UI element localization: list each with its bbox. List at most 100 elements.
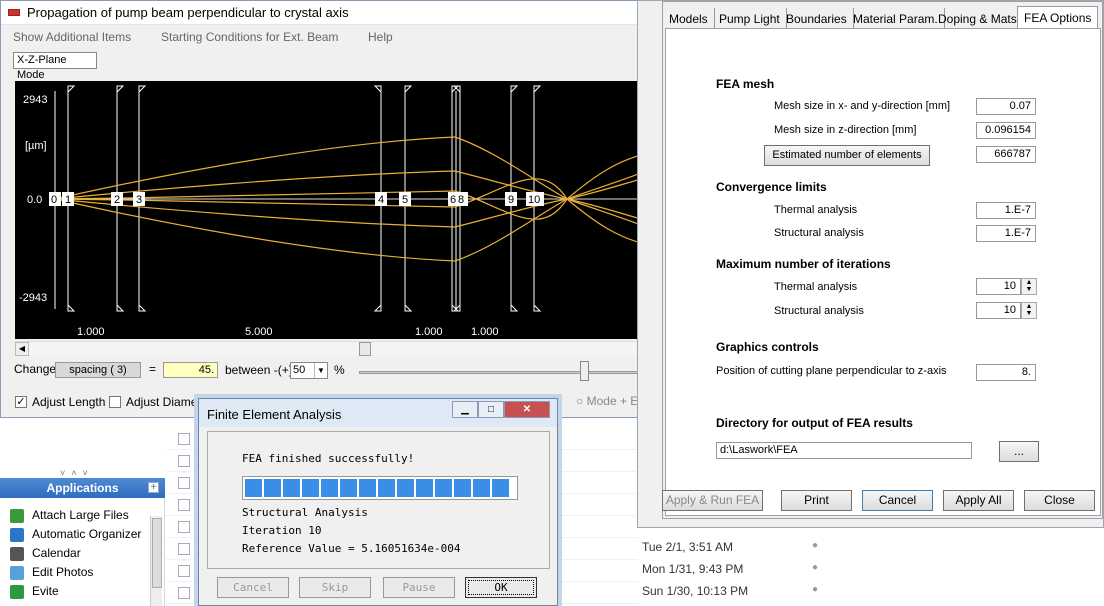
beam-plot[interactable]: 2943 [µm] 0.0 -2943 0 1 2 3 4 5 6 8 9 10… — [15, 81, 642, 339]
row-checkbox[interactable] — [178, 521, 190, 533]
close-icon[interactable]: ✕ — [504, 401, 550, 418]
mode-e-radio[interactable]: ○ Mode + E — [576, 394, 638, 408]
adjust-slider-track[interactable] — [359, 371, 641, 374]
row-checkbox[interactable] — [178, 455, 190, 467]
tab-models[interactable]: Models — [663, 8, 715, 30]
dialog-cancel-button[interactable]: Cancel — [217, 577, 289, 598]
spacing-value-input[interactable]: 45. — [163, 362, 218, 378]
conv-structural-input[interactable]: 1.E-7 — [976, 225, 1036, 242]
scroll-left-icon[interactable]: ◀ — [15, 342, 29, 356]
scroll-thumb[interactable] — [152, 518, 162, 588]
beam-plot-svg: 2943 [µm] 0.0 -2943 0 1 2 3 4 5 6 8 9 10… — [19, 85, 642, 338]
element-label: 6 — [450, 194, 456, 206]
progress-segment — [492, 479, 509, 497]
spacing-label: 1.000 — [415, 326, 443, 338]
close-button[interactable]: Close — [1024, 490, 1095, 511]
spacing-labels: 1.000 5.000 1.000 1.000 — [77, 326, 499, 338]
tab-doping-mats[interactable]: Doping & Mats. — [932, 8, 1028, 30]
progress-segment — [435, 479, 452, 497]
iteration-label: Iteration 10 — [242, 524, 322, 537]
tab-pump-light[interactable]: Pump Light — [713, 8, 787, 30]
dialog-ok-button[interactable]: OK — [465, 577, 537, 598]
propagation-window: Propagation of pump beam perpendicular t… — [0, 0, 642, 418]
app-item-evite[interactable]: Evite — [10, 582, 59, 601]
app-item-calendar[interactable]: Calendar — [10, 544, 81, 563]
minimize-icon[interactable]: ▁ — [452, 401, 478, 418]
iter-structural-input[interactable]: 10 — [976, 302, 1021, 319]
browse-button[interactable]: ... — [999, 441, 1039, 462]
percent-select[interactable]: 50 ▼ — [290, 362, 328, 379]
axis-top-label: 2943 — [23, 94, 47, 106]
iter-thermal-input[interactable]: 10 — [976, 278, 1021, 295]
progress-segment — [416, 479, 433, 497]
menu-bar: Show Additional Items Starting Condition… — [1, 27, 641, 47]
menu-show-additional[interactable]: Show Additional Items — [13, 30, 131, 44]
row-checkbox[interactable] — [178, 543, 190, 555]
app-label: Evite — [32, 584, 59, 598]
tab-bar: Models Pump Light Boundaries Material Pa… — [663, 4, 1104, 32]
chevron-down-icon[interactable]: ▼ — [314, 363, 327, 378]
tab-boundaries[interactable]: Boundaries — [780, 8, 854, 30]
collapse-chevrons[interactable]: ˅˄˅ — [60, 468, 94, 478]
apps-scrollbar[interactable] — [150, 516, 162, 606]
dialog-titlebar[interactable]: Finite Element Analysis ▁ □ ✕ — [199, 399, 557, 427]
applications-panel: Applications + Attach Large Files Automa… — [0, 478, 165, 606]
dialog-title: Finite Element Analysis — [207, 407, 342, 422]
graphics-heading: Graphics controls — [716, 340, 819, 354]
change-label: Change — [14, 362, 57, 376]
applications-header[interactable]: Applications — [0, 478, 165, 498]
menu-starting-conditions[interactable]: Starting Conditions for Ext. Beam — [161, 30, 338, 44]
row-checkbox[interactable] — [178, 433, 190, 445]
reference-value-label: Reference Value = 5.16051634e-004 — [242, 542, 461, 555]
element-label: 10 — [528, 194, 540, 206]
progress-segment — [245, 479, 262, 497]
window-titlebar[interactable]: Propagation of pump beam perpendicular t… — [1, 1, 641, 25]
maximize-icon[interactable]: □ — [478, 401, 504, 418]
apply-run-fea-button[interactable]: Apply & Run FEA — [662, 490, 763, 511]
output-dir-heading: Directory for output of FEA results — [716, 416, 913, 430]
iter-thermal-spinner[interactable]: ▲ ▼ — [1021, 278, 1037, 295]
mode-e-label: Mode + E — [586, 394, 639, 408]
radio-icon: ○ — [576, 394, 584, 408]
progress-segment — [397, 479, 414, 497]
spacing-field[interactable]: spacing ( 3) — [55, 362, 141, 378]
element-label: 3 — [136, 194, 142, 206]
progress-segment — [264, 479, 281, 497]
estimate-elements-button[interactable]: Estimated number of elements — [764, 145, 930, 166]
menu-help[interactable]: Help — [368, 30, 393, 44]
row-checkbox[interactable] — [178, 587, 190, 599]
row-checkbox[interactable] — [178, 565, 190, 577]
mail-date: Mon 1/31, 9:43 PM — [642, 562, 744, 576]
mesh-xy-input[interactable]: 0.07 — [976, 98, 1036, 115]
plane-mode-label[interactable]: X-Z-Plane Mode — [13, 52, 97, 81]
adjust-diameter-checkbox[interactable] — [109, 396, 121, 408]
dialog-skip-button[interactable]: Skip — [299, 577, 371, 598]
plot-hscrollbar[interactable]: ◀ — [15, 341, 641, 356]
mesh-z-input[interactable]: 0.096154 — [976, 122, 1036, 139]
app-item-organizer[interactable]: Automatic Organizer — [10, 525, 141, 544]
row-checkbox[interactable] — [178, 499, 190, 511]
add-icon[interactable]: + — [148, 482, 159, 493]
evite-icon — [10, 584, 24, 599]
row-checkbox[interactable] — [178, 477, 190, 489]
iter-structural-spinner[interactable]: ▲ ▼ — [1021, 302, 1037, 319]
app-item-attach[interactable]: Attach Large Files — [10, 506, 129, 525]
spacing-label: 1.000 — [77, 326, 105, 338]
app-icon — [8, 9, 20, 16]
print-button[interactable]: Print — [781, 490, 852, 511]
element-label: 1 — [65, 194, 71, 206]
scroll-thumb[interactable] — [359, 342, 371, 356]
status-dot: ● — [812, 584, 819, 595]
cut-plane-input[interactable]: 8. — [976, 364, 1036, 381]
adjust-slider-thumb[interactable] — [580, 361, 589, 381]
equals-sign: = — [149, 362, 157, 376]
apply-all-button[interactable]: Apply All — [943, 490, 1014, 511]
cancel-button[interactable]: Cancel — [862, 490, 933, 511]
conv-thermal-input[interactable]: 1.E-7 — [976, 202, 1036, 219]
tab-material-param[interactable]: Material Param. — [847, 8, 945, 30]
app-item-photos[interactable]: Edit Photos — [10, 563, 93, 582]
iter-structural-label: Structural analysis — [774, 305, 864, 317]
dialog-pause-button[interactable]: Pause — [383, 577, 455, 598]
adjust-length-checkbox[interactable]: ✓ — [15, 396, 27, 408]
output-dir-input[interactable]: d:\Laswork\FEA — [716, 442, 972, 459]
